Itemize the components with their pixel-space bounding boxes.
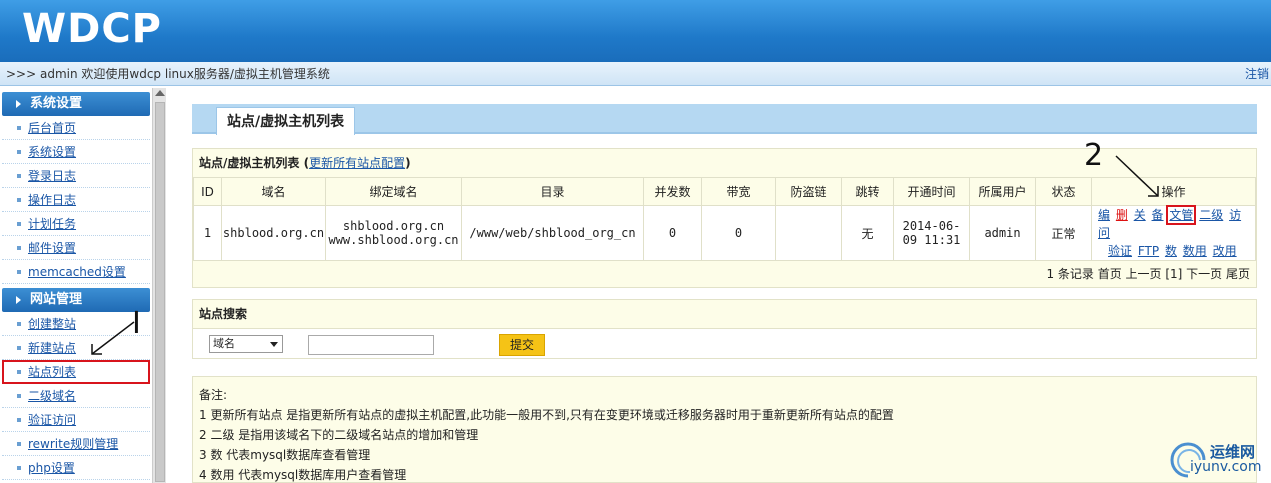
edit-link[interactable]: 编 bbox=[1098, 208, 1110, 222]
sidebar-item-home[interactable]: 后台首页 bbox=[2, 116, 150, 140]
search-field-select[interactable]: 域名 bbox=[209, 335, 283, 353]
cell-domain: shblood.org.cn bbox=[221, 205, 326, 261]
bullet-icon bbox=[17, 394, 21, 398]
sidebar: 系统设置 后台首页 系统设置 登录日志 操作日志 计划任务 邮件设置 memca… bbox=[0, 88, 152, 483]
search-row: 域名 提交 bbox=[193, 328, 1256, 358]
database-link[interactable]: 数 bbox=[1165, 244, 1177, 258]
cell-open-time: 2014-06- 09 11:31 bbox=[893, 205, 970, 261]
bullet-icon bbox=[17, 174, 21, 178]
cell-concurrency: 0 bbox=[643, 205, 702, 261]
close-link[interactable]: 关 bbox=[1134, 208, 1146, 222]
bullet-icon bbox=[17, 322, 21, 326]
sidebar-item-operation-log[interactable]: 操作日志 bbox=[2, 188, 150, 212]
search-title: 站点搜索 bbox=[199, 307, 248, 321]
tab-bar: 站点/虚拟主机列表 bbox=[192, 104, 1257, 135]
annotation-arrow-2 bbox=[1115, 155, 1159, 197]
pagination[interactable]: 1 条记录 首页 上一页 [1] 下一页 尾页 bbox=[193, 261, 1256, 287]
cell-user: admin bbox=[969, 205, 1036, 261]
bullet-icon bbox=[17, 150, 21, 154]
cell-id: 1 bbox=[193, 205, 222, 261]
note-line: 1 更新所有站点 是指更新所有站点的虚拟主机配置,此功能一般用不到,只有在变更环… bbox=[199, 408, 894, 422]
site-table: ID 域名 绑定域名 目录 并发数 带宽 防盗链 跳转 开通时间 所属用户 状态… bbox=[193, 177, 1256, 261]
triangle-right-icon bbox=[16, 100, 21, 108]
col-status: 状态 bbox=[1035, 177, 1092, 206]
delete-link[interactable]: 删 bbox=[1116, 208, 1128, 222]
sidebar-item-subdomain[interactable]: 二级域名 bbox=[2, 384, 150, 408]
sidebar-item-site-list[interactable]: 站点列表 bbox=[2, 360, 150, 384]
col-concurrency: 并发数 bbox=[643, 177, 702, 206]
notes-panel: 备注: 1 更新所有站点 是指更新所有站点的虚拟主机配置,此功能一般用不到,只有… bbox=[192, 376, 1257, 483]
annotation-number-two: 2 bbox=[1084, 138, 1104, 173]
table-row: 1 shblood.org.cn shblood.org.cn www.shbl… bbox=[193, 205, 1256, 261]
cell-redirect: 无 bbox=[841, 205, 894, 261]
bullet-icon bbox=[17, 222, 21, 226]
col-bind-domain: 绑定域名 bbox=[325, 177, 462, 206]
note-line: 4 数用 代表mysql数据库用户查看管理 bbox=[199, 468, 407, 482]
cell-bind-domain: shblood.org.cn www.shblood.org.cn bbox=[325, 205, 462, 261]
cell-actions: 编 删 关 备 文管 二级 访问 验证 FTP 数 数用 改用 bbox=[1091, 205, 1256, 261]
bullet-icon bbox=[17, 370, 21, 374]
bullet-icon bbox=[17, 270, 21, 274]
col-open-time: 开通时间 bbox=[893, 177, 970, 206]
col-bandwidth: 带宽 bbox=[701, 177, 776, 206]
note-line: 2 二级 是指用该域名下的二级域名站点的增加和管理 bbox=[199, 428, 479, 442]
col-redirect: 跳转 bbox=[841, 177, 894, 206]
sidebar-scrollbar[interactable] bbox=[152, 88, 166, 483]
bullet-icon bbox=[17, 246, 21, 250]
submit-button[interactable]: 提交 bbox=[499, 334, 545, 356]
col-antileech: 防盗链 bbox=[775, 177, 842, 206]
file-manager-link[interactable]: 文管 bbox=[1166, 205, 1197, 225]
bullet-icon bbox=[17, 346, 21, 350]
sidebar-item-login-log[interactable]: 登录日志 bbox=[2, 164, 150, 188]
notes-heading: 备注: bbox=[199, 388, 228, 402]
bullet-icon bbox=[17, 442, 21, 446]
cell-directory: /www/web/shblood_org_cn bbox=[461, 205, 644, 261]
bullet-icon bbox=[17, 466, 21, 470]
cell-status: 正常 bbox=[1035, 205, 1092, 261]
watermark-url: iyunv.com bbox=[1190, 459, 1262, 475]
ftp-link[interactable]: FTP bbox=[1138, 244, 1159, 258]
sidebar-item-memcached[interactable]: memcached设置 bbox=[2, 260, 150, 284]
change-user-link[interactable]: 改用 bbox=[1213, 244, 1237, 258]
update-all-sites-link[interactable]: 更新所有站点配置 bbox=[309, 156, 405, 170]
table-header-row: ID 域名 绑定域名 目录 并发数 带宽 防盗链 跳转 开通时间 所属用户 状态… bbox=[193, 177, 1256, 206]
tab-site-list[interactable]: 站点/虚拟主机列表 bbox=[216, 107, 356, 135]
logout-link[interactable]: 注销 bbox=[1245, 62, 1269, 86]
chevron-down-icon bbox=[270, 342, 278, 347]
app-header: WDCP bbox=[0, 0, 1271, 62]
cell-bandwidth: 0 bbox=[701, 205, 776, 261]
welcome-bar: >>> admin 欢迎使用wdcp linux服务器/虚拟主机管理系统 注销 bbox=[0, 62, 1271, 86]
col-user: 所属用户 bbox=[969, 177, 1036, 206]
sidebar-item-mail-settings[interactable]: 邮件设置 bbox=[2, 236, 150, 260]
main-content: 站点/虚拟主机列表 站点/虚拟主机列表 (更新所有站点配置) ID 域名 绑定域… bbox=[170, 88, 1271, 483]
sidebar-item-php-settings[interactable]: php设置 bbox=[2, 456, 150, 480]
col-domain: 域名 bbox=[221, 177, 326, 206]
note-line: 3 数 代表mysql数据库查看管理 bbox=[199, 448, 371, 462]
logo: WDCP bbox=[22, 6, 162, 52]
search-panel: 站点搜索 域名 提交 bbox=[192, 299, 1257, 359]
bullet-icon bbox=[17, 198, 21, 202]
verify-link[interactable]: 验证 bbox=[1108, 244, 1132, 258]
welcome-text: >>> admin 欢迎使用wdcp linux服务器/虚拟主机管理系统 bbox=[6, 67, 330, 81]
sidebar-item-auth-access[interactable]: 验证访问 bbox=[2, 408, 150, 432]
sidebar-item-system-settings[interactable]: 系统设置 bbox=[2, 140, 150, 164]
search-input[interactable] bbox=[308, 335, 434, 355]
subdomain-link[interactable]: 二级 bbox=[1199, 208, 1223, 222]
sidebar-group-site-management[interactable]: 网站管理 bbox=[2, 288, 150, 312]
bullet-icon bbox=[17, 126, 21, 130]
sidebar-group-system[interactable]: 系统设置 bbox=[2, 92, 150, 116]
bullet-icon bbox=[17, 418, 21, 422]
col-id: ID bbox=[193, 177, 222, 206]
annotation-arrow-1 bbox=[91, 321, 135, 355]
database-user-link[interactable]: 数用 bbox=[1183, 244, 1207, 258]
sidebar-item-rewrite[interactable]: rewrite规则管理 bbox=[2, 432, 150, 456]
sidebar-item-cron[interactable]: 计划任务 bbox=[2, 212, 150, 236]
backup-link[interactable]: 备 bbox=[1152, 208, 1164, 222]
scrollbar-thumb[interactable] bbox=[155, 102, 165, 482]
triangle-right-icon bbox=[16, 296, 21, 304]
col-directory: 目录 bbox=[461, 177, 644, 206]
scroll-up-icon[interactable] bbox=[155, 90, 165, 96]
cell-antileech bbox=[775, 205, 842, 261]
